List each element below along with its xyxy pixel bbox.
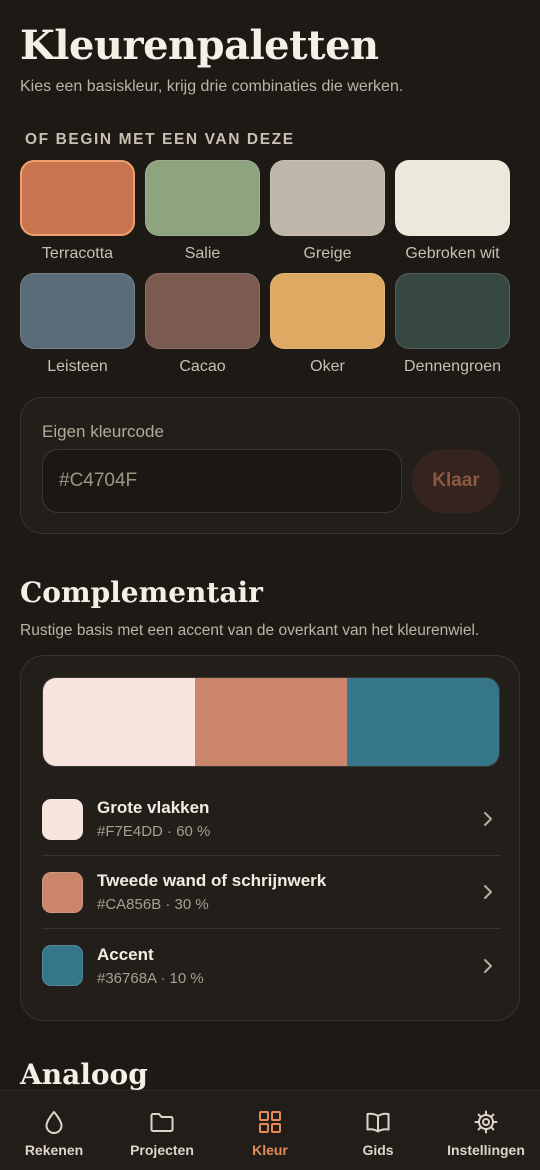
grid-icon <box>259 1111 281 1133</box>
swatch-name: Salie <box>184 245 221 262</box>
row-swatch <box>42 871 83 913</box>
swatch-color <box>20 160 135 236</box>
swatch-name: Terracotta <box>41 245 114 262</box>
nav-label: Gids <box>362 1142 394 1158</box>
swatch-name: Dennengroen <box>404 358 501 375</box>
nav-label: Rekenen <box>24 1142 84 1158</box>
preset-terracotta[interactable]: Terracotta <box>20 160 135 273</box>
swatch-color <box>270 160 385 236</box>
nav-item-rekenen[interactable]: Rekenen <box>0 1091 108 1170</box>
gear-icon <box>474 1110 498 1134</box>
complementary-description: Rustige basis met een accent van de over… <box>20 622 480 639</box>
row-meta: #F7E4DD · 60 % <box>97 823 211 840</box>
folder-icon <box>150 1113 174 1132</box>
preset-leisteen[interactable]: Leisteen <box>20 273 135 386</box>
swatch-name: Gebroken wit <box>405 245 500 262</box>
swatch-color <box>395 273 510 349</box>
row-swatch <box>42 798 83 840</box>
chevron-right-icon <box>484 885 492 899</box>
nav-item-gids[interactable]: Gids <box>324 1091 432 1170</box>
nav-item-kleur[interactable]: Kleur <box>216 1091 324 1170</box>
preset-oker[interactable]: Oker <box>270 273 385 386</box>
confirm-button[interactable]: Klaar <box>412 449 500 513</box>
row-meta: #CA856B · 30 % <box>97 896 209 913</box>
swatch-color <box>145 273 260 349</box>
row-title: Grote vlakken <box>97 798 210 817</box>
swatch-color <box>395 160 510 236</box>
nav-label: Projecten <box>130 1142 194 1158</box>
drop-icon <box>45 1111 63 1134</box>
app-root: Kleurenpaletten Kies een basiskleur, kri… <box>0 0 540 1170</box>
page-subtitle: Kies een basiskleur, krijg drie combinat… <box>20 78 404 95</box>
preset-gebroken-wit[interactable]: Gebroken wit <box>395 160 510 273</box>
chevron-right-icon <box>484 812 492 826</box>
complementary-heading: Complementair <box>20 576 263 609</box>
palette-row-tweede-wand[interactable]: Tweede wand of schrijnwerk #CA856B · 30 … <box>42 856 500 929</box>
nav-label: Instellingen <box>447 1142 525 1158</box>
row-swatch <box>42 945 83 986</box>
palette-row-accent[interactable]: Accent #36768A · 10 % <box>42 929 500 1002</box>
swatch-color <box>145 160 260 236</box>
page-title: Kleurenpaletten <box>20 22 379 69</box>
preset-greige[interactable]: Greige <box>270 160 385 273</box>
palette-row-grote-vlakken[interactable]: Grote vlakken #F7E4DD · 60 % <box>42 783 500 856</box>
preset-swatch-grid: Terracotta Salie Greige Gebroken wit Lei… <box>20 160 510 386</box>
nav-item-instellingen[interactable]: Instellingen <box>432 1091 540 1170</box>
custom-code-card: Eigen kleurcode Klaar <box>20 397 520 534</box>
custom-code-label: Eigen kleurcode <box>42 422 164 441</box>
presets-label: OF BEGIN MET EEN VAN DEZE <box>25 131 295 148</box>
nav-item-projecten[interactable]: Projecten <box>108 1091 216 1170</box>
row-meta: #36768A · 10 % <box>97 969 204 987</box>
preset-cacao[interactable]: Cacao <box>145 273 260 386</box>
preset-salie[interactable]: Salie <box>145 160 260 273</box>
swatch-name: Greige <box>303 245 352 262</box>
palette-segment-3 <box>347 678 499 766</box>
swatch-name: Oker <box>310 358 345 375</box>
palette-segment-1 <box>43 678 195 766</box>
row-title: Tweede wand of schrijnwerk <box>97 871 327 890</box>
swatch-color <box>270 273 385 349</box>
preset-dennengroen[interactable]: Dennengroen <box>395 273 510 386</box>
nav-label: Kleur <box>252 1142 288 1158</box>
swatch-name: Cacao <box>179 358 226 375</box>
palette-segment-2 <box>195 678 347 766</box>
color-code-input[interactable] <box>42 449 402 513</box>
chevron-right-icon <box>484 958 492 973</box>
row-title: Accent <box>97 944 154 964</box>
swatch-name: Leisteen <box>47 358 108 375</box>
swatch-color <box>20 273 135 349</box>
book-icon <box>366 1112 390 1133</box>
analogous-heading: Analoog <box>20 1058 148 1091</box>
bottom-nav: Rekenen Projecten Kleur Gids Instellinge… <box>0 1090 540 1170</box>
palette-preview-bar <box>42 677 500 767</box>
complementary-palette-card: Grote vlakken #F7E4DD · 60 % Tweede wand… <box>20 655 520 1021</box>
